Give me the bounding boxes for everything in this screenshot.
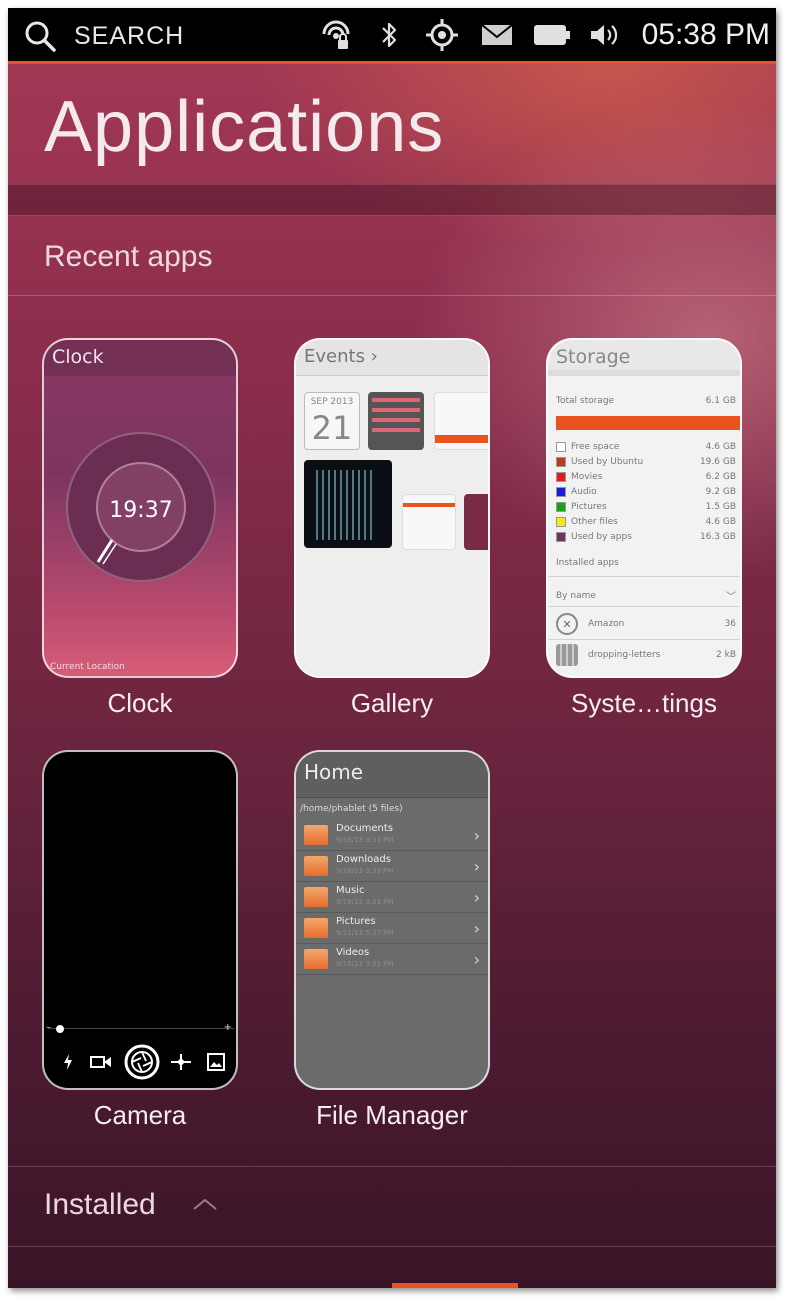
chevron-right-icon: ›: [473, 888, 480, 907]
photo-thumbnail: [368, 392, 424, 450]
page-indicator: [392, 1283, 518, 1288]
storage-row-audio: Audio 9.2 GB: [556, 487, 736, 497]
shutter-icon: [123, 1044, 161, 1080]
app-tile-system-settings[interactable]: Storage Total storage 6.1 GB Free space 4…: [546, 338, 742, 718]
network-lock-icon[interactable]: [316, 18, 356, 52]
flash-icon: [58, 1044, 78, 1080]
calendar-photo: SEP 2013 21: [304, 392, 360, 450]
calendar-day: 21: [311, 409, 353, 447]
folder-icon: [304, 887, 328, 907]
app-tile-camera[interactable]: – + Camera: [42, 750, 238, 1130]
divider: [548, 576, 740, 577]
status-bar-accent: [8, 61, 776, 64]
app-thumbnail-file-manager[interactable]: Home /home/phablet (5 files) Documents 9…: [294, 750, 490, 1090]
app-row-dropping-letters: dropping-letters 2 kB: [556, 643, 736, 667]
app-row-amazon: ✕ Amazon 36: [556, 612, 736, 636]
thumbnail-title: Events ›: [304, 346, 378, 367]
app-thumbnail-system-settings[interactable]: Storage Total storage 6.1 GB Free space 4…: [546, 338, 742, 678]
page-title: Applications: [44, 87, 445, 167]
storage-row-movies: Movies 6.2 GB: [556, 472, 736, 482]
gallery-icon: [204, 1044, 228, 1080]
app-label-camera[interactable]: Camera: [8, 1100, 278, 1131]
divider: [548, 606, 740, 607]
battery-icon[interactable]: [532, 18, 572, 52]
app-label-file-manager[interactable]: File Manager: [254, 1100, 530, 1131]
app-thumbnail-camera[interactable]: – +: [42, 750, 238, 1090]
photo-thumbnail: [434, 392, 488, 450]
storage-row-other: Other files 4.6 GB: [556, 517, 736, 527]
chevron-right-icon: ›: [473, 919, 480, 938]
app-label-gallery[interactable]: Gallery: [254, 688, 530, 719]
installed-divider-bottom: [8, 1246, 776, 1247]
photo-thumbnail: [402, 494, 456, 550]
storage-total-label: Total storage: [556, 396, 615, 406]
folder-icon: [304, 918, 328, 938]
app-tile-gallery[interactable]: Events › SEP 2013 21 Gallery: [294, 338, 490, 718]
folder-icon: [304, 949, 328, 969]
amazon-icon: ✕: [556, 613, 578, 635]
folder-row: Pictures 9/21/13 5:37 PM ›: [296, 913, 488, 944]
app-tile-clock[interactable]: Clock 19:37 Current Location Clock: [42, 338, 238, 718]
switch-camera-icon: [168, 1044, 194, 1080]
photo-thumbnail: [464, 494, 488, 550]
location-icon[interactable]: [422, 18, 462, 52]
installed-apps-label: Installed apps: [556, 558, 619, 568]
folder-row: Documents 9/18/13 3:33 PM ›: [296, 820, 488, 851]
app-thumbnail-gallery[interactable]: Events › SEP 2013 21: [294, 338, 490, 678]
divider: [548, 639, 740, 640]
zoom-slider: [48, 1028, 234, 1029]
clock-time[interactable]: 05:38 PM: [642, 18, 770, 52]
zoom-out-icon: –: [46, 1022, 51, 1033]
video-icon: [88, 1044, 114, 1080]
zoom-slider-knob: [56, 1025, 64, 1033]
messages-icon[interactable]: [480, 18, 514, 52]
zoom-in-icon: +: [223, 1022, 232, 1033]
storage-row-free: Free space 4.6 GB: [556, 442, 736, 452]
chevron-up-icon[interactable]: [190, 1192, 220, 1216]
folder-row: Music 9/18/13 3:33 PM ›: [296, 882, 488, 913]
storage-row-apps: Used by apps 16.3 GB: [556, 532, 736, 542]
sort-selector: By name ﹀: [556, 588, 736, 604]
calendar-month: SEP 2013: [310, 397, 354, 407]
clock-face-time: 19:37: [109, 498, 173, 523]
folder-icon: [304, 856, 328, 876]
header-divider-band: [8, 184, 776, 216]
photo-thumbnail: [304, 460, 392, 548]
installed-heading[interactable]: Installed: [44, 1188, 156, 1222]
search-label[interactable]: SEARCH: [74, 22, 184, 51]
folder-path: /home/phablet (5 files): [300, 804, 403, 814]
bluetooth-icon[interactable]: [376, 18, 402, 52]
app-thumbnail-clock[interactable]: Clock 19:37 Current Location: [42, 338, 238, 678]
clock-hand-icon: [96, 539, 117, 565]
storage-row-ubuntu: Used by Ubuntu 19.6 GB: [556, 457, 736, 467]
chevron-down-icon: ﹀: [726, 592, 736, 603]
folder-row: Videos 9/18/13 3:33 PM ›: [296, 944, 488, 975]
status-bar[interactable]: SEARCH 05:38 PM: [8, 8, 776, 64]
thumbnail-title: Clock: [52, 346, 104, 368]
folder-icon: [304, 825, 328, 845]
volume-icon[interactable]: [588, 18, 622, 52]
storage-total-value: 6.1 GB: [705, 396, 736, 406]
storage-usage-bar: [556, 416, 740, 430]
app-tile-file-manager[interactable]: Home /home/phablet (5 files) Documents 9…: [294, 750, 490, 1130]
search-icon[interactable]: [24, 20, 56, 52]
thumbnail-title: Home: [304, 760, 364, 784]
thumbnail-title: Storage: [556, 346, 631, 368]
camera-toolbar: [44, 1044, 236, 1080]
chevron-right-icon: ›: [473, 857, 480, 876]
chevron-right-icon: ›: [473, 826, 480, 845]
app-label-system-settings[interactable]: Syste…tings: [506, 688, 776, 719]
recent-divider: [8, 295, 776, 296]
installed-divider-top: [8, 1166, 776, 1167]
phone-screen: SEARCH 05:38 PM Applications Recent apps…: [8, 8, 776, 1288]
dropping-letters-icon: [556, 644, 578, 666]
clock-location-label: Current Location: [50, 662, 125, 672]
app-label-clock[interactable]: Clock: [8, 688, 278, 719]
recent-apps-heading[interactable]: Recent apps: [44, 240, 212, 274]
folder-row: Downloads 9/18/13 3:33 PM ›: [296, 851, 488, 882]
chevron-right-icon: ›: [473, 950, 480, 969]
storage-total-row: Total storage 6.1 GB: [556, 396, 736, 406]
storage-row-pictures: Pictures 1.5 GB: [556, 502, 736, 512]
